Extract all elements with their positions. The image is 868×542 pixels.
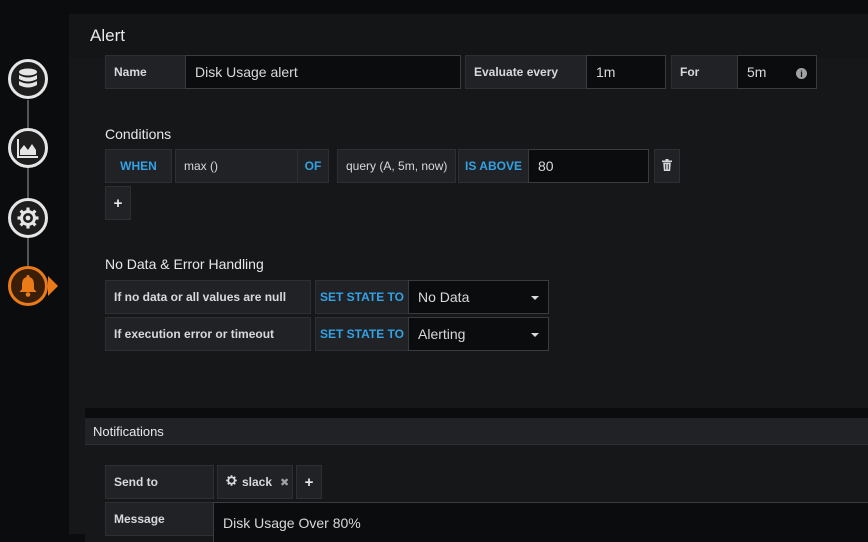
condition-threshold-input[interactable]: 80 — [528, 149, 649, 183]
message-label: Message — [105, 502, 214, 536]
no-data-set-state-keyword: SET STATE TO — [315, 280, 409, 314]
condition-of-keyword: OF — [297, 149, 329, 183]
evaluate-every-input[interactable]: 1m — [586, 55, 666, 89]
add-condition-button[interactable]: + — [105, 186, 131, 220]
chart-area-icon — [17, 138, 39, 158]
add-channel-button[interactable]: + — [296, 465, 322, 499]
sidebar-item-alert[interactable] — [8, 266, 48, 306]
condition-evaluator[interactable]: IS ABOVE — [458, 149, 529, 183]
database-icon — [18, 68, 38, 90]
alert-editor: Alert Name Disk Usage alert Evaluate eve… — [0, 0, 868, 542]
exec-error-state-select[interactable]: Alerting — [408, 317, 549, 351]
name-label: Name — [105, 55, 186, 89]
evaluate-every-label: Evaluate every — [465, 55, 587, 89]
no-data-title: No Data & Error Handling — [105, 256, 264, 272]
channel-tag-slack[interactable]: slack ✖ — [217, 465, 293, 499]
condition-reducer[interactable]: max () — [175, 149, 298, 183]
info-icon[interactable]: i — [796, 68, 807, 79]
exec-error-state-value: Alerting — [418, 326, 466, 342]
gear-icon — [226, 475, 237, 489]
notifications-title: Notifications — [93, 424, 164, 439]
trash-icon — [662, 158, 672, 175]
message-input[interactable]: Disk Usage Over 80% — [213, 502, 868, 542]
sidebar-item-queries[interactable] — [8, 59, 48, 99]
no-data-state-select[interactable]: No Data — [408, 280, 549, 314]
sidebar-item-visualization[interactable] — [8, 128, 48, 168]
exec-error-set-state-keyword: SET STATE TO — [315, 317, 409, 351]
channel-name: slack — [242, 475, 273, 489]
caret-down-icon — [531, 333, 539, 337]
no-data-state-value: No Data — [418, 289, 470, 305]
gear-icon — [17, 207, 39, 229]
condition-when-keyword: WHEN — [105, 149, 172, 183]
condition-query[interactable]: query (A, 5m, now) — [337, 149, 456, 183]
remove-channel-icon[interactable]: ✖ — [280, 476, 289, 489]
delete-condition-button[interactable] — [654, 149, 680, 183]
sidebar-rail — [27, 100, 29, 270]
active-indicator — [48, 276, 58, 296]
section-divider — [85, 408, 868, 418]
sidebar — [0, 0, 62, 542]
conditions-title: Conditions — [105, 126, 172, 142]
bell-icon — [18, 275, 38, 297]
send-to-label: Send to — [105, 465, 214, 499]
for-label: For — [671, 55, 738, 89]
exec-error-label: If execution error or timeout — [105, 317, 311, 351]
for-value: 5m — [747, 64, 767, 80]
for-input[interactable]: 5m i — [737, 55, 817, 89]
page-title: Alert — [90, 26, 125, 45]
sidebar-item-general[interactable] — [8, 198, 48, 238]
rule-name-input[interactable]: Disk Usage alert — [185, 55, 461, 89]
panel-header — [69, 14, 868, 58]
notifications-header — [85, 418, 868, 445]
no-data-label: If no data or all values are null — [105, 280, 311, 314]
caret-down-icon — [531, 296, 539, 300]
